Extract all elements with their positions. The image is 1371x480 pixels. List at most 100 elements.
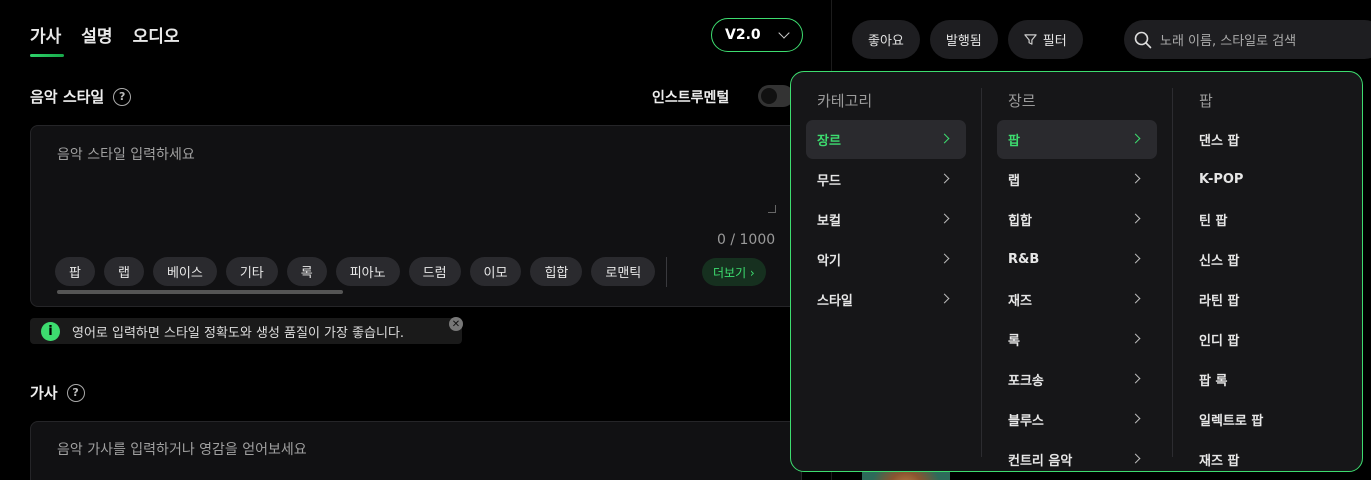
subgenre-item[interactable]: 신스 팝 <box>1188 240 1348 279</box>
style-chips: 팝 랩 베이스 기타 록 피아노 드럼 이모 힙합 로맨틱 <box>55 257 669 287</box>
subgenre-column-title: 팝 <box>1199 92 1213 110</box>
genre-item[interactable]: 컨트리 음악 <box>997 440 1157 471</box>
genre-item-label: 컨트리 음악 <box>1008 454 1073 469</box>
category-item[interactable]: 무드 <box>806 160 966 199</box>
subgenre-item[interactable]: 일렉트로 팝 <box>1188 400 1348 439</box>
genre-column-title: 장르 <box>1008 92 1036 110</box>
category-column: 카테고리 장르 무드 보컬 악기 스타일 <box>806 72 966 471</box>
library-toolbar: 좋아요 발행됨 필터 <box>852 20 1083 59</box>
subgenre-item[interactable]: 인디 팝 <box>1188 320 1348 359</box>
column-divider <box>981 88 982 457</box>
music-style-heading: 음악 스타일 ? <box>30 86 132 107</box>
category-item-label: 악기 <box>817 254 841 269</box>
genre-item-label: 힙합 <box>1008 214 1032 229</box>
genre-item-label: 록 <box>1008 334 1020 349</box>
category-item-label: 보컬 <box>817 214 841 229</box>
subgenre-item[interactable]: 재즈 팝 <box>1188 440 1348 471</box>
subgenre-item[interactable]: 틴 팝 <box>1188 200 1348 239</box>
search-placeholder: 노래 이름, 스타일로 검색 <box>1160 34 1297 49</box>
tab-lyrics[interactable]: 가사 <box>30 22 65 57</box>
download-icon[interactable] <box>1362 388 1371 404</box>
chevron-right-icon <box>1130 333 1141 344</box>
genre-item-label: 포크송 <box>1008 374 1044 389</box>
category-item[interactable]: 악기 <box>806 240 966 279</box>
style-chip[interactable]: 힙합 <box>530 257 583 286</box>
info-icon: i <box>41 321 60 341</box>
chip-divider <box>666 257 668 287</box>
tip-text: 영어로 입력하면 스타일 정확도와 생성 품질이 가장 좋습니다. <box>72 325 405 341</box>
lyrics-heading: 가사 ? <box>30 382 85 403</box>
instrumental-toggle[interactable] <box>758 85 794 107</box>
style-picker-dropdown: 카테고리 장르 무드 보컬 악기 스타일 장르 팝 랩 힙합 R&B 재즈 록 … <box>790 71 1363 472</box>
chevron-right-icon <box>939 253 950 264</box>
instrumental-label: 인스트루멘털 <box>652 90 730 106</box>
close-icon[interactable]: ✕ <box>449 317 463 331</box>
chevron-down-icon <box>778 27 790 39</box>
download-icon[interactable] <box>1362 172 1371 188</box>
chevron-right-icon <box>939 173 950 184</box>
style-chip[interactable]: 드럼 <box>408 257 461 286</box>
style-chip[interactable]: 랩 <box>103 257 144 286</box>
more-styles-button[interactable]: 더보기 › <box>702 258 766 286</box>
category-item[interactable]: 보컬 <box>806 200 966 239</box>
music-style-placeholder: 음악 스타일 입력하세요 <box>57 147 195 163</box>
genre-item[interactable]: 팝 <box>997 120 1157 159</box>
genre-item[interactable]: 록 <box>997 320 1157 359</box>
resize-handle[interactable] <box>768 205 776 213</box>
column-divider <box>1172 88 1173 457</box>
genre-item-label: 랩 <box>1008 174 1020 189</box>
subgenre-item[interactable]: 댄스 팝 <box>1188 120 1348 159</box>
subgenre-column: 팝 댄스 팝 K-POP 틴 팝 신스 팝 라틴 팝 인디 팝 팝 록 일렉트로… <box>1188 72 1348 471</box>
genre-item-label: R&B <box>1008 252 1040 267</box>
help-icon[interactable]: ? <box>66 383 85 402</box>
chips-scrollbar[interactable] <box>57 290 343 294</box>
genre-item[interactable]: 랩 <box>997 160 1157 199</box>
style-chip[interactable]: 베이스 <box>152 257 217 286</box>
tab-audio[interactable]: 오디오 <box>133 22 180 47</box>
category-item[interactable]: 스타일 <box>806 280 966 319</box>
chevron-right-icon <box>1130 413 1141 424</box>
char-counter: 0 / 1000 <box>717 232 776 248</box>
filter-button[interactable]: 필터 <box>1007 20 1083 59</box>
lyrics-input[interactable]: 음악 가사를 입력하거나 영감을 얻어보세요 <box>30 421 802 480</box>
genre-item-label: 재즈 <box>1008 294 1032 309</box>
genre-item-label: 블루스 <box>1008 414 1044 429</box>
liked-filter-button[interactable]: 좋아요 <box>852 20 920 59</box>
genre-item[interactable]: 재즈 <box>997 280 1157 319</box>
version-select[interactable]: V2.0 <box>711 18 803 52</box>
genre-column: 장르 팝 랩 힙합 R&B 재즈 록 포크송 블루스 컨트리 음악 <box>997 72 1157 471</box>
genre-item[interactable]: R&B <box>997 240 1157 279</box>
style-chip[interactable]: 팝 <box>55 257 95 286</box>
filter-label: 필터 <box>1042 34 1067 49</box>
lyrics-placeholder: 음악 가사를 입력하거나 영감을 얻어보세요 <box>57 442 307 458</box>
style-chip[interactable]: 로맨틱 <box>591 257 656 286</box>
chevron-right-icon <box>1130 453 1141 464</box>
chevron-right-icon <box>1130 133 1141 144</box>
style-chip[interactable]: 기타 <box>225 257 278 286</box>
download-icon[interactable] <box>1362 282 1371 298</box>
chevron-right-icon <box>1130 213 1141 224</box>
published-filter-button[interactable]: 발행됨 <box>929 20 998 59</box>
style-chip[interactable]: 피아노 <box>335 257 400 286</box>
category-item-label: 스타일 <box>817 294 853 309</box>
tab-description[interactable]: 설명 <box>81 22 112 47</box>
subgenre-item[interactable]: 팝 록 <box>1188 360 1348 399</box>
category-item[interactable]: 장르 <box>806 120 966 159</box>
mode-tabs: 가사 설명 오디오 <box>30 22 180 57</box>
chevron-right-icon <box>1130 373 1141 384</box>
subgenre-item[interactable]: K-POP <box>1188 160 1348 199</box>
search-icon <box>1134 31 1152 48</box>
subgenre-item[interactable]: 라틴 팝 <box>1188 280 1348 319</box>
music-style-input[interactable]: 음악 스타일 입력하세요 0 / 1000 팝 랩 베이스 기타 록 피아노 드… <box>30 125 802 307</box>
genre-item[interactable]: 포크송 <box>997 360 1157 399</box>
version-value: V2.0 <box>725 27 761 43</box>
genre-item-label: 팝 <box>1008 134 1020 149</box>
genre-item[interactable]: 힙합 <box>997 200 1157 239</box>
help-icon[interactable]: ? <box>113 87 132 106</box>
chevron-right-icon <box>939 133 950 144</box>
chevron-right-icon <box>1130 173 1141 184</box>
style-chip[interactable]: 이모 <box>469 257 522 286</box>
song-search-input[interactable]: 노래 이름, 스타일로 검색 <box>1124 20 1371 59</box>
genre-item[interactable]: 블루스 <box>997 400 1157 439</box>
style-chip[interactable]: 록 <box>286 257 327 286</box>
